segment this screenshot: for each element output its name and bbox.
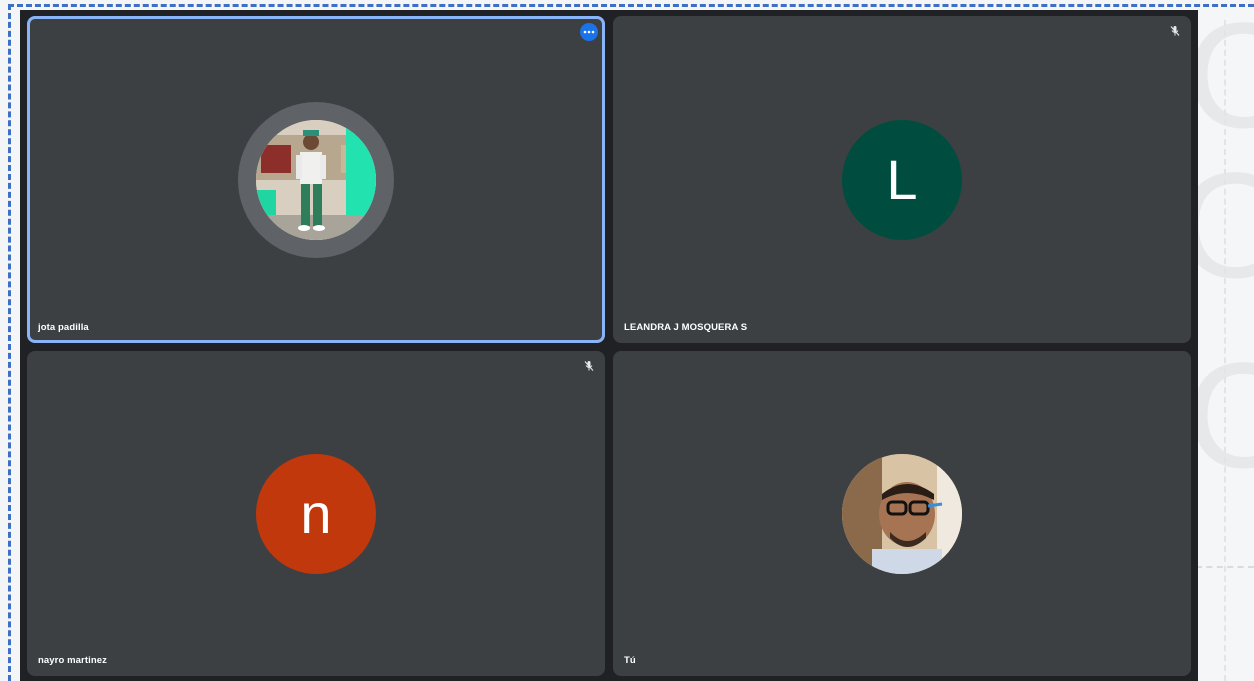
more-options-icon[interactable] — [580, 23, 598, 41]
participant-tile-leandra[interactable]: L LEANDRA J MOSQUERA S — [613, 16, 1191, 343]
mic-off-icon — [1168, 24, 1182, 38]
participant-name: jota padilla — [38, 322, 89, 333]
participant-name: nayro martinez — [38, 655, 107, 666]
avatar-photo-image — [256, 119, 376, 240]
avatar-photo-image — [842, 453, 962, 574]
selection-border-left — [8, 4, 11, 681]
participant-avatar-letter: n — [256, 453, 376, 574]
participant-name: Tú — [624, 655, 636, 666]
guide-line — [1196, 566, 1254, 568]
avatar-initial: n — [300, 482, 332, 545]
guide-line — [1224, 20, 1226, 681]
meeting-grid: jota padilla L LEANDRA J MOSQUERA S n na… — [20, 10, 1198, 681]
participant-avatar-photo — [256, 119, 376, 240]
participant-name: LEANDRA J MOSQUERA S — [624, 322, 748, 333]
participant-avatar-photo — [842, 453, 962, 574]
participant-tile-jota-padilla[interactable]: jota padilla — [27, 16, 605, 343]
mic-off-icon — [582, 359, 596, 373]
participant-tile-self[interactable]: Tú — [613, 351, 1191, 676]
avatar-initial: L — [886, 148, 918, 211]
participant-avatar-letter: L — [842, 119, 962, 240]
selection-border-top — [8, 4, 1254, 7]
participant-tile-nayro-martinez[interactable]: n nayro martinez — [27, 351, 605, 676]
